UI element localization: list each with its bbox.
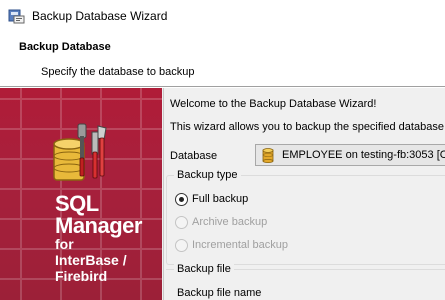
incremental-backup-radio[interactable] bbox=[175, 239, 188, 252]
backup-type-group-title: Backup type bbox=[174, 169, 241, 181]
banner-interbase-text: InterBase / bbox=[55, 252, 127, 268]
backup-database-app-icon bbox=[8, 9, 25, 24]
banner-firebird-text: Firebird bbox=[55, 268, 108, 284]
description-text: This wizard allows you to backup the spe… bbox=[170, 121, 444, 133]
backup-file-group-title: Backup file bbox=[174, 263, 234, 275]
step-subtitle: Specify the database to backup bbox=[41, 66, 195, 78]
incremental-backup-label[interactable]: Incremental backup bbox=[192, 239, 288, 251]
database-icon bbox=[262, 148, 274, 163]
database-select-value: EMPLOYEE on testing-fb:3053 [C:\ bbox=[282, 149, 445, 161]
welcome-text: Welcome to the Backup Database Wizard! bbox=[170, 98, 377, 110]
toolbox-tools-icon bbox=[53, 123, 107, 181]
step-title: Backup Database bbox=[19, 41, 111, 53]
database-label: Database bbox=[170, 150, 218, 162]
archive-backup-label[interactable]: Archive backup bbox=[192, 216, 267, 228]
window-title: Backup Database Wizard bbox=[32, 9, 168, 23]
database-select[interactable]: EMPLOYEE on testing-fb:3053 [C:\ bbox=[255, 144, 445, 166]
banner-for-text: for bbox=[55, 236, 74, 252]
full-backup-radio[interactable] bbox=[175, 193, 188, 206]
title-bar: Backup Database Wizard bbox=[0, 0, 445, 32]
archive-backup-radio[interactable] bbox=[175, 216, 188, 229]
backup-file-name-label: Backup file name bbox=[177, 287, 262, 299]
product-banner: SQL Manager for InterBase / Firebird bbox=[0, 88, 162, 300]
full-backup-label[interactable]: Full backup bbox=[192, 193, 248, 205]
radio-selected-dot bbox=[179, 197, 184, 202]
wizard-header: Backup Database Specify the database to … bbox=[0, 32, 445, 87]
